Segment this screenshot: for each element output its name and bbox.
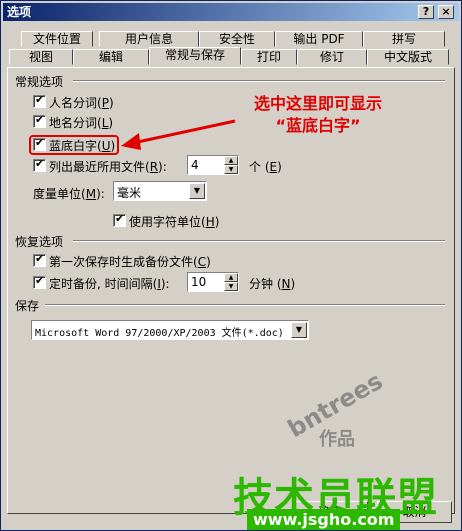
autosave-value: 10 bbox=[191, 275, 207, 289]
tab-strip: 文件位置 用户信息 安全性 输出 PDF 拼写 视图 编辑 常规与保存 打印 修… bbox=[7, 27, 457, 69]
recent-files-label[interactable]: 列出最近所用文件(R): bbox=[49, 158, 167, 175]
section-divider bbox=[45, 304, 445, 306]
tab-revisions[interactable]: 修订 bbox=[297, 49, 367, 65]
recent-files-key: R bbox=[149, 160, 159, 174]
place-smarttag-key: L bbox=[101, 116, 109, 130]
watermark-sub: 作品 bbox=[319, 429, 355, 450]
annotation-highlight-box bbox=[29, 135, 119, 155]
place-smarttag-label[interactable]: 地名分词(L) bbox=[49, 114, 113, 131]
recent-files-unit-text: 个 bbox=[249, 160, 262, 174]
help-button[interactable]: ? bbox=[418, 5, 434, 19]
annotation-text: 选中这里即可显示 “蓝底白字” bbox=[233, 93, 403, 137]
tab-edit[interactable]: 编辑 bbox=[73, 49, 149, 65]
measure-key: M bbox=[85, 187, 97, 201]
name-smarttag-text: 人名分词 bbox=[49, 96, 98, 110]
measure-value: 毫米 bbox=[117, 186, 142, 200]
name-smarttag-key: P bbox=[101, 96, 109, 110]
save-section-title: 保存 bbox=[15, 299, 40, 313]
recent-files-unit-key: E bbox=[269, 160, 278, 174]
brand-site: www.jsgho.com bbox=[247, 509, 401, 530]
tab-file-locations[interactable]: 文件位置 bbox=[21, 31, 93, 47]
char-unit-label[interactable]: 使用字符单位(H) bbox=[129, 213, 219, 230]
tab-print[interactable]: 打印 bbox=[241, 49, 297, 65]
spin-up-icon[interactable]: ▲ bbox=[224, 273, 238, 282]
chevron-down-icon[interactable]: ▼ bbox=[291, 322, 307, 338]
annotation-arrow-icon bbox=[121, 119, 236, 150]
spin-down-icon[interactable]: ▼ bbox=[224, 282, 238, 291]
tab-general-save[interactable]: 常规与保存 bbox=[149, 47, 241, 65]
backup-first-checkbox[interactable] bbox=[33, 252, 46, 267]
general-section-title: 常规选项 bbox=[15, 75, 64, 89]
options-dialog: 选项 ? × 文件位置 用户信息 安全性 输出 PDF 拼写 视图 编辑 常规与… bbox=[0, 0, 462, 531]
place-smarttag-text: 地名分词 bbox=[49, 116, 98, 130]
backup-first-text: 第一次保存时生成备份文件 bbox=[49, 255, 194, 269]
name-smarttag-label[interactable]: 人名分词(P) bbox=[49, 94, 114, 111]
backup-first-label[interactable]: 第一次保存时生成备份文件(C) bbox=[49, 253, 211, 270]
tab-security[interactable]: 安全性 bbox=[199, 31, 275, 47]
place-smarttag-checkbox[interactable] bbox=[33, 113, 46, 128]
section-divider bbox=[73, 240, 445, 242]
section-divider bbox=[73, 80, 445, 82]
tab-user-info[interactable]: 用户信息 bbox=[99, 31, 199, 47]
tab-view[interactable]: 视图 bbox=[9, 49, 73, 65]
recent-files-spinner[interactable]: 4 ▲ ▼ bbox=[187, 155, 239, 175]
autosave-unit-key: N bbox=[281, 277, 291, 291]
tab-export-pdf[interactable]: 输出 PDF bbox=[275, 31, 363, 47]
char-unit-text: 使用字符单位 bbox=[129, 215, 202, 229]
autosave-unit: 分钟 (N) bbox=[249, 277, 296, 291]
measure-label: 度量单位(M): bbox=[33, 187, 105, 201]
backup-first-key: C bbox=[197, 255, 207, 269]
annotation-line2: “蓝底白字” bbox=[275, 116, 361, 135]
tab-chinese-layout[interactable]: 中文版式 bbox=[367, 49, 449, 65]
autosave-text: 定时备份, 时间间隔 bbox=[49, 277, 153, 291]
autosave-key: I bbox=[157, 277, 161, 291]
measure-unit-select[interactable]: 毫米 ▼ bbox=[113, 181, 207, 201]
recovery-section-title: 恢复选项 bbox=[15, 235, 64, 249]
tab-spelling[interactable]: 拼写 bbox=[363, 31, 445, 47]
recent-files-unit: 个 (E) bbox=[249, 160, 282, 174]
char-unit-checkbox[interactable] bbox=[113, 212, 126, 227]
title-bar: 选项 ? × bbox=[3, 3, 459, 21]
annotation-line1: 选中这里即可显示 bbox=[253, 94, 382, 113]
recent-files-value: 4 bbox=[191, 158, 199, 172]
recent-files-checkbox[interactable] bbox=[33, 157, 46, 172]
spin-up-icon[interactable]: ▲ bbox=[224, 156, 238, 165]
autosave-unit-text: 分钟 bbox=[249, 277, 274, 291]
close-button[interactable]: × bbox=[438, 5, 454, 19]
recent-files-text: 列出最近所用文件 bbox=[49, 160, 146, 174]
spin-down-icon[interactable]: ▼ bbox=[224, 165, 238, 174]
name-smarttag-checkbox[interactable] bbox=[33, 93, 46, 108]
save-format-select[interactable]: Microsoft Word 97/2000/XP/2003 文件(*.doc)… bbox=[31, 320, 309, 340]
autosave-spinner[interactable]: 10 ▲ ▼ bbox=[187, 272, 239, 292]
window-title: 选项 bbox=[7, 5, 32, 19]
autosave-label[interactable]: 定时备份, 时间间隔(I): bbox=[49, 275, 170, 292]
save-format-value: Microsoft Word 97/2000/XP/2003 文件(*.doc) bbox=[35, 328, 284, 339]
char-unit-key: H bbox=[205, 215, 215, 229]
autosave-checkbox[interactable] bbox=[33, 274, 46, 289]
measure-text: 度量单位 bbox=[33, 187, 82, 201]
chevron-down-icon[interactable]: ▼ bbox=[189, 183, 205, 199]
